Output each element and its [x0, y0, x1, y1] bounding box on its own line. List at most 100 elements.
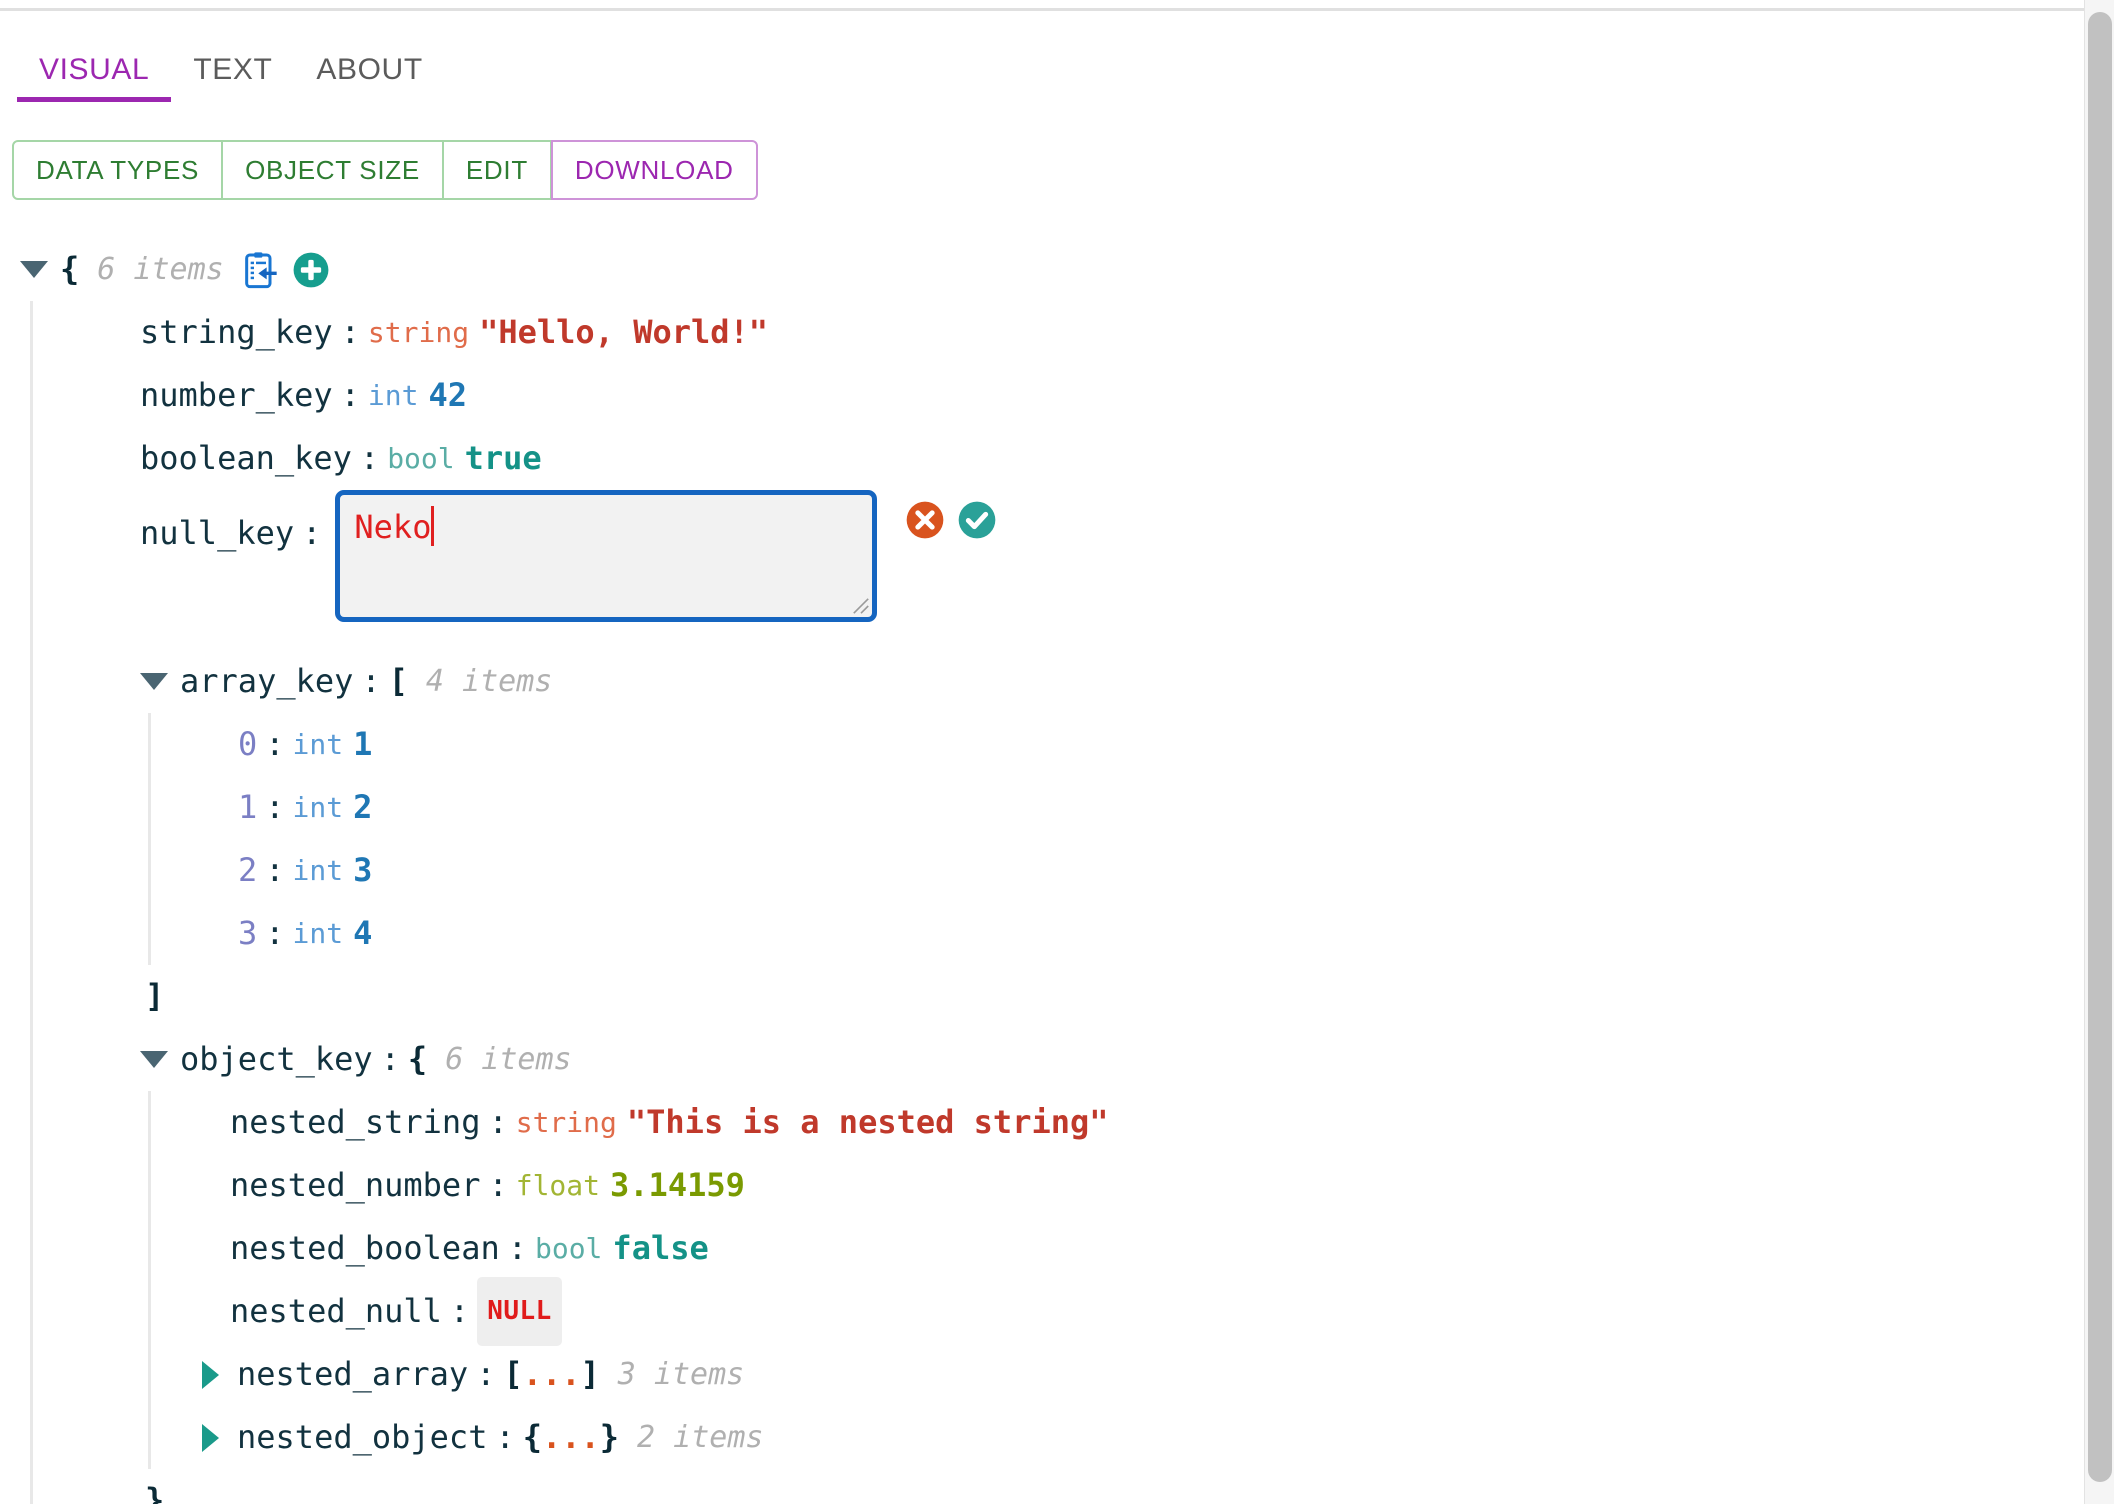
colon: :	[476, 1355, 496, 1393]
colon: :	[302, 514, 322, 552]
array-item-value: 2	[353, 788, 373, 826]
colon: :	[340, 313, 360, 351]
colon: :	[495, 1418, 515, 1456]
array-item-value: 1	[353, 725, 373, 763]
colon: :	[359, 439, 380, 477]
colon: :	[265, 788, 285, 826]
tab-text[interactable]: TEXT	[171, 40, 294, 102]
value-string-key: "Hello, World!"	[479, 313, 769, 351]
value-editor-textarea[interactable]: Neko	[335, 490, 878, 622]
type-label-int: int	[292, 917, 344, 950]
value-boolean-key: true	[464, 439, 542, 477]
object-key-collapse-caret[interactable]	[140, 1051, 168, 1068]
row-nested-boolean[interactable]: nested_boolean : bool false	[148, 1217, 2084, 1280]
key-nested-number: nested_number	[230, 1166, 481, 1204]
list-item[interactable]: 0 : int 1	[148, 713, 2084, 776]
value-nested-string: "This is a nested string"	[626, 1103, 1109, 1141]
key-nested-null: nested_null	[230, 1292, 442, 1330]
row-boolean-key[interactable]: boolean_key : bool true	[30, 427, 2084, 490]
download-label: DOWNLOAD	[574, 154, 734, 185]
root-collapse-caret[interactable]	[20, 261, 48, 278]
tab-text-label: TEXT	[193, 53, 273, 86]
null-key-label-wrap: null_key :	[140, 490, 329, 565]
row-string-key[interactable]: string_key : string "Hello, World!"	[30, 301, 2084, 364]
key-string-key: string_key	[140, 313, 333, 351]
colon: :	[507, 1229, 527, 1267]
colon: :	[265, 725, 285, 763]
clipboard-paste-icon[interactable]	[240, 250, 280, 290]
colon: :	[449, 1292, 470, 1330]
array-close-bracket: ]	[145, 977, 165, 1015]
colon: :	[488, 1166, 508, 1204]
row-nested-null[interactable]: nested_null : NULL	[148, 1277, 2084, 1346]
colon: :	[265, 914, 285, 952]
array-index: 3	[238, 914, 258, 952]
nested-array-close-bracket: ]	[580, 1355, 600, 1393]
row-nested-array[interactable]: nested_array : [ ... ] 3 items	[148, 1343, 2084, 1406]
key-null-key: null_key	[140, 514, 295, 552]
value-number-key: 42	[428, 376, 468, 414]
type-label-bool: bool	[387, 442, 455, 475]
list-item[interactable]: 1 : int 2	[148, 776, 2084, 839]
root-node-row[interactable]: { 6 items	[0, 238, 2084, 301]
type-label-int: int	[292, 728, 344, 761]
object-item-count: 6 items	[445, 1042, 572, 1077]
array-item-value: 3	[353, 851, 373, 889]
object-open-brace: {	[407, 1040, 428, 1078]
confirm-check-icon[interactable]	[957, 500, 997, 540]
nested-array-open-bracket: [	[503, 1355, 523, 1393]
editor-action-buttons	[905, 500, 997, 540]
key-array-key: array_key	[180, 662, 354, 700]
array-index: 1	[238, 788, 258, 826]
nested-object-expand-caret[interactable]	[202, 1423, 219, 1452]
vertical-scrollbar-thumb[interactable]	[2088, 12, 2112, 1482]
list-item[interactable]: 2 : int 3	[148, 839, 2084, 902]
add-circle-icon[interactable]	[292, 251, 330, 289]
type-label-bool: bool	[534, 1232, 603, 1265]
array-key-children: 0 : int 1 1 : int 2 2 : int 3 3: int 4	[148, 713, 2084, 965]
data-types-button[interactable]: DATA TYPES	[12, 140, 223, 200]
tab-visual[interactable]: VISUAL	[17, 40, 172, 102]
type-label-int: int	[292, 854, 344, 887]
download-button[interactable]: DOWNLOAD	[550, 140, 758, 200]
row-nested-number[interactable]: nested_number : float 3.14159	[148, 1154, 2084, 1217]
key-nested-string: nested_string	[230, 1103, 481, 1141]
cancel-circle-icon[interactable]	[905, 500, 945, 540]
nested-array-expand-caret[interactable]	[202, 1360, 219, 1389]
tab-about[interactable]: ABOUT	[294, 40, 444, 102]
edit-label: EDIT	[465, 154, 528, 185]
type-label-string: string	[367, 316, 470, 349]
text-cursor	[431, 506, 435, 546]
json-viewer-app: VISUAL TEXT ABOUT DATA TYPES OBJECT SIZE…	[0, 0, 2114, 1504]
row-number-key[interactable]: number_key : int 42	[30, 364, 2084, 427]
type-label-string: string	[515, 1106, 617, 1139]
tab-about-label: ABOUT	[316, 53, 423, 86]
row-nested-string[interactable]: nested_string : string "This is a nested…	[148, 1091, 2084, 1154]
array-open-bracket: [	[388, 662, 408, 700]
edit-button[interactable]: EDIT	[442, 140, 551, 200]
row-array-key[interactable]: array_key : [ 4 items	[30, 650, 2084, 713]
vertical-scrollbar[interactable]	[2084, 0, 2114, 1504]
toolbar-button-group: DATA TYPES OBJECT SIZE EDIT DOWNLOAD	[12, 140, 758, 200]
array-key-collapse-caret[interactable]	[140, 673, 168, 690]
value-nested-boolean: false	[612, 1229, 709, 1267]
nested-object-open-brace: {	[522, 1418, 542, 1456]
top-divider	[0, 8, 2084, 11]
object-size-button[interactable]: OBJECT SIZE	[222, 140, 443, 200]
key-nested-array: nested_array	[237, 1355, 469, 1393]
list-item[interactable]: 3 : int 4	[148, 902, 2084, 965]
type-label-int: int	[367, 379, 419, 412]
nested-object-ellipsis: ...	[541, 1418, 600, 1456]
row-nested-object[interactable]: nested_object : { ... } 2 items	[148, 1406, 2084, 1469]
row-object-key[interactable]: object_key : { 6 items	[30, 1028, 2084, 1091]
object-size-label: OBJECT SIZE	[245, 154, 420, 185]
colon: :	[265, 851, 285, 889]
key-nested-object: nested_object	[237, 1418, 488, 1456]
tab-bar: VISUAL TEXT ABOUT	[0, 40, 2084, 102]
resize-handle-icon[interactable]	[852, 597, 870, 615]
array-index: 0	[238, 725, 258, 763]
root-open-brace: {	[60, 250, 80, 288]
key-nested-boolean: nested_boolean	[230, 1229, 500, 1267]
nested-object-item-count: 2 items	[637, 1420, 764, 1455]
nested-array-ellipsis: ...	[522, 1355, 581, 1393]
